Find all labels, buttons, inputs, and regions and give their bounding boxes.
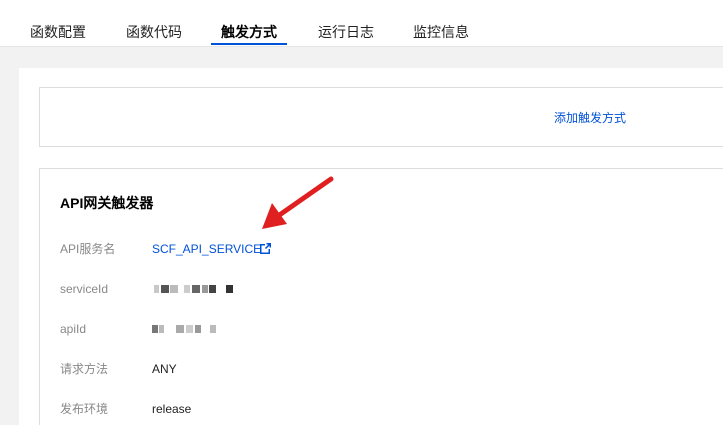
label-service-id: serviceId xyxy=(60,282,109,296)
label-api-service-name: API服务名 xyxy=(60,242,116,256)
main-content: 添加触发方式 API网关触发器 API服务名 SCF_API_SERVICE s… xyxy=(19,68,723,425)
label-api-id: apiId xyxy=(60,322,87,336)
label-release-env: 发布环境 xyxy=(60,402,109,416)
tab-monitor-info[interactable]: 监控信息 xyxy=(413,22,469,46)
label-request-method: 请求方法 xyxy=(60,362,109,376)
add-trigger-link[interactable]: 添加触发方式 xyxy=(554,110,626,126)
api-gateway-trigger-panel: API网关触发器 API服务名 SCF_API_SERVICE serviceI… xyxy=(39,168,723,425)
service-id-masked-value xyxy=(152,285,272,295)
tab-run-log[interactable]: 运行日志 xyxy=(318,22,374,46)
active-tab-indicator xyxy=(211,43,287,45)
api-service-name-link[interactable]: SCF_API_SERVICE xyxy=(152,241,261,257)
trigger-title: API网关触发器 xyxy=(60,195,154,211)
tab-function-code[interactable]: 函数代码 xyxy=(126,22,182,46)
add-trigger-panel: 添加触发方式 xyxy=(39,87,723,147)
external-link-icon[interactable] xyxy=(260,243,271,254)
request-method-value: ANY xyxy=(152,362,177,376)
tab-bar: 函数配置 函数代码 触发方式 运行日志 监控信息 xyxy=(0,0,723,47)
release-env-value: release xyxy=(152,402,192,416)
api-id-masked-value xyxy=(152,325,272,335)
tab-function-config[interactable]: 函数配置 xyxy=(30,22,86,46)
